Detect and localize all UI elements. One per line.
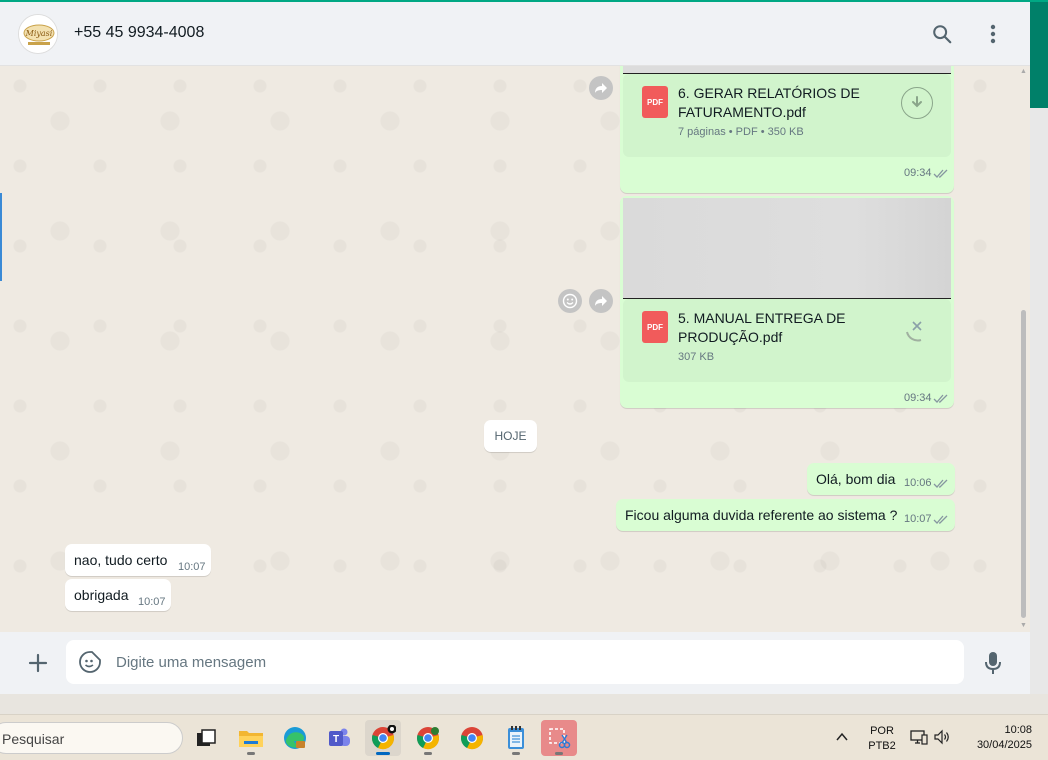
chat-messages-area[interactable]: PDF 6. GERAR RELATÓRIOS DE FATURAMENTO.p… [0,66,1030,632]
network-icon[interactable] [910,729,928,745]
cancel-download-icon[interactable] [901,312,933,344]
file-explorer-icon[interactable] [233,720,269,756]
pdf-icon: PDF [642,311,668,343]
document-card[interactable]: PDF 6. GERAR RELATÓRIOS DE FATURAMENTO.p… [623,74,951,157]
sticker-icon[interactable] [78,650,102,674]
document-title: 5. MANUAL ENTREGA DE PRODUÇÃO.pdf [678,310,846,345]
document-preview [623,66,951,73]
chrome-profile-icon[interactable] [410,720,446,756]
message-text: Ficou alguma duvida referente ao sistema… [625,507,898,523]
document-card[interactable]: PDF 5. MANUAL ENTREGA DE PRODUÇÃO.pdf 30… [623,299,951,382]
window-edge-mark [0,193,2,281]
download-icon[interactable] [901,87,933,119]
message-text: nao, tudo certo [74,552,168,568]
read-ticks-icon [933,479,948,488]
search-icon[interactable] [928,20,956,48]
react-emoji-icon[interactable] [558,289,582,313]
composer-bar [0,632,1030,694]
edge-icon[interactable] [277,720,313,756]
notepad-icon[interactable] [498,720,534,756]
windows-taskbar: Pesquisar T POR PTB2 10:08 30/04/2025 [0,714,1048,760]
teams-icon[interactable]: T [321,720,357,756]
volume-icon[interactable] [933,729,951,745]
document-message[interactable]: PDF 5. MANUAL ENTREGA DE PRODUÇÃO.pdf 30… [620,196,954,408]
message-time: 10:07 [138,596,166,608]
background-window-edge [1030,0,1048,694]
read-ticks-icon [933,169,948,178]
chevron-up-icon[interactable] [834,729,850,745]
document-message[interactable]: PDF 6. GERAR RELATÓRIOS DE FATURAMENTO.p… [620,66,954,193]
svg-text:T: T [333,734,339,745]
message-text: Olá, bom dia [816,471,896,487]
document-meta: 7 páginas • PDF • 350 KB [678,126,804,138]
forward-icon[interactable] [589,76,613,100]
message-time: 10:06 [904,477,932,489]
svg-text:Miyasi: Miyasi [25,29,53,38]
window-accent-line [0,0,1048,2]
scroll-down-icon[interactable]: ▼ [1020,622,1027,629]
outgoing-message[interactable]: Olá, bom dia 10:06 [807,463,955,495]
chrome-active-icon[interactable] [365,720,401,756]
document-meta: 307 KB [678,351,715,363]
outgoing-message[interactable]: Ficou alguma duvida referente ao sistema… [616,499,955,531]
message-time: 09:34 [904,392,932,404]
chrome-icon[interactable] [454,720,490,756]
forward-icon[interactable] [589,289,613,313]
whatsapp-window: Miyasi +55 45 9934-4008 PDF 6. GERAR REL… [0,0,1030,694]
chat-header: Miyasi +55 45 9934-4008 [0,2,1030,66]
contact-name[interactable]: +55 45 9934-4008 [74,24,204,42]
contact-avatar[interactable]: Miyasi [18,14,58,54]
message-time: 10:07 [178,561,206,573]
taskbar-search-placeholder: Pesquisar [2,731,65,747]
keyboard-language[interactable]: POR PTB2 [864,724,900,754]
chat-scrollbar[interactable]: ▲ ▼ [1019,66,1028,632]
pdf-icon: PDF [642,86,668,118]
message-input[interactable] [116,640,946,684]
date-separator: HOJE [484,420,537,452]
attach-plus-button[interactable] [22,647,54,679]
document-title: 6. GERAR RELATÓRIOS DE FATURAMENTO.pdf [678,85,860,120]
document-preview [623,198,951,298]
taskbar-clock[interactable]: 10:08 30/04/2025 [960,723,1032,753]
incoming-message[interactable]: obrigada 10:07 [65,579,171,611]
more-vertical-icon[interactable] [979,20,1007,48]
message-time: 09:34 [904,167,932,179]
message-time: 10:07 [904,513,932,525]
read-ticks-icon [933,515,948,524]
message-text: obrigada [74,587,129,603]
message-input-box[interactable] [66,640,964,684]
incoming-message[interactable]: nao, tudo certo 10:07 [65,544,211,576]
microphone-icon[interactable] [980,649,1006,677]
scroll-up-icon[interactable]: ▲ [1020,68,1027,75]
task-view-icon[interactable] [188,720,224,756]
taskbar-search-box[interactable]: Pesquisar [0,722,183,754]
read-ticks-icon [933,394,948,403]
scrollbar-thumb[interactable] [1021,310,1026,618]
snipping-tool-icon[interactable] [541,720,577,756]
